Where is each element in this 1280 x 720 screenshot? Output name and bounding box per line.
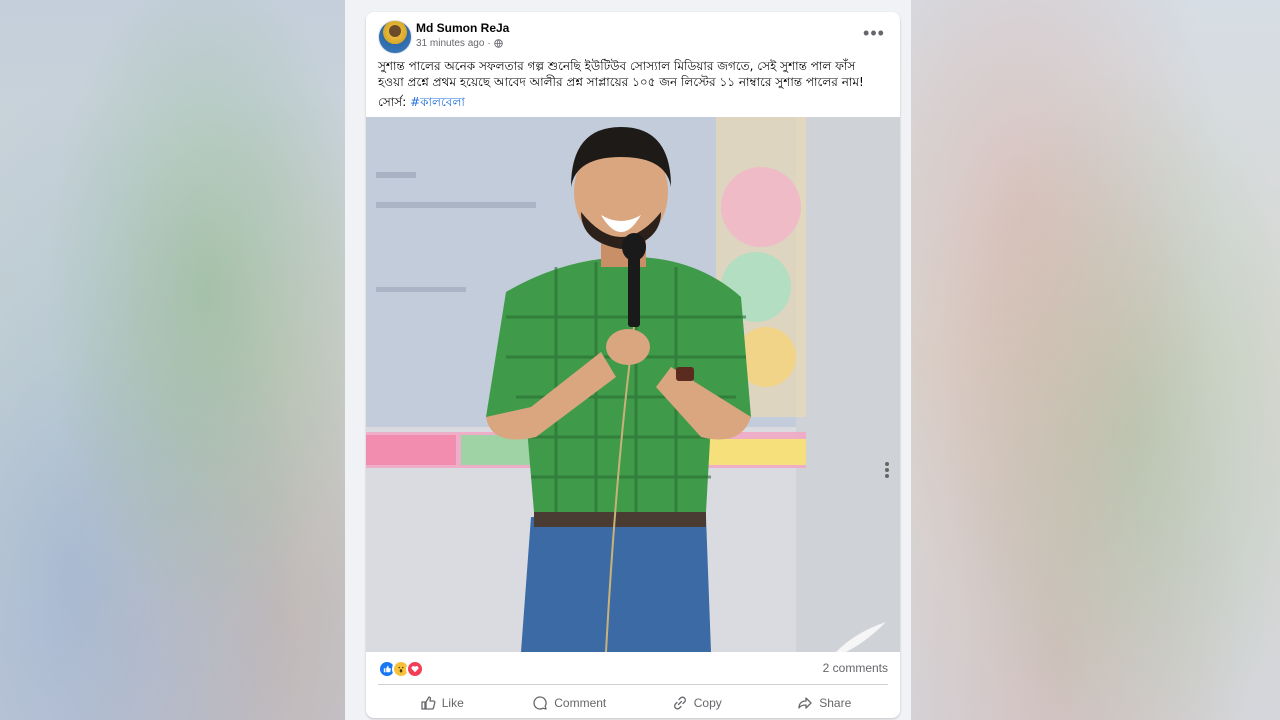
post-photo[interactable] <box>366 117 900 652</box>
actions-divider <box>378 684 888 685</box>
reactions-summary[interactable] <box>378 660 424 678</box>
comment-bubble-icon <box>533 696 547 710</box>
background-blur-right <box>910 0 1280 720</box>
post-actions: Like Comment Copy Share <box>378 688 888 718</box>
copy-button[interactable]: Copy <box>633 688 761 718</box>
post-text: সুশান্ত পালের অনেক সফলতার গল্প শুনেছি ইউ… <box>378 59 864 89</box>
post-time[interactable]: 31 minutes ago <box>416 38 484 49</box>
share-label: Share <box>819 696 852 710</box>
post-card: Md Sumon ReJa 31 minutes ago · ••• সুশান… <box>366 12 900 718</box>
avatar[interactable] <box>378 20 412 54</box>
post-header: Md Sumon ReJa 31 minutes ago · ••• <box>366 12 900 62</box>
background-blur-left <box>0 0 345 720</box>
more-options-icon[interactable]: ••• <box>862 24 886 46</box>
like-button[interactable]: Like <box>378 688 506 718</box>
copy-label: Copy <box>693 696 722 710</box>
share-button[interactable]: Share <box>761 688 889 718</box>
link-icon <box>673 696 686 710</box>
source-hashtag[interactable]: #কালবেলা <box>410 95 465 109</box>
source-label: সোর্স: <box>378 95 407 109</box>
post-meta: 31 minutes ago · <box>416 38 503 49</box>
author-name[interactable]: Md Sumon ReJa <box>416 21 509 35</box>
share-arrow-icon <box>798 697 812 709</box>
globe-icon <box>494 39 503 48</box>
post-photo-illustration <box>366 117 900 652</box>
like-label: Like <box>441 696 464 710</box>
love-icon <box>406 660 424 678</box>
comments-count[interactable]: 2 comments <box>823 661 888 675</box>
post-source: সোর্স: #কালবেলা <box>378 94 465 114</box>
comment-label: Comment <box>554 696 607 710</box>
comment-button[interactable]: Comment <box>506 688 634 718</box>
thumbs-up-icon <box>421 696 436 710</box>
